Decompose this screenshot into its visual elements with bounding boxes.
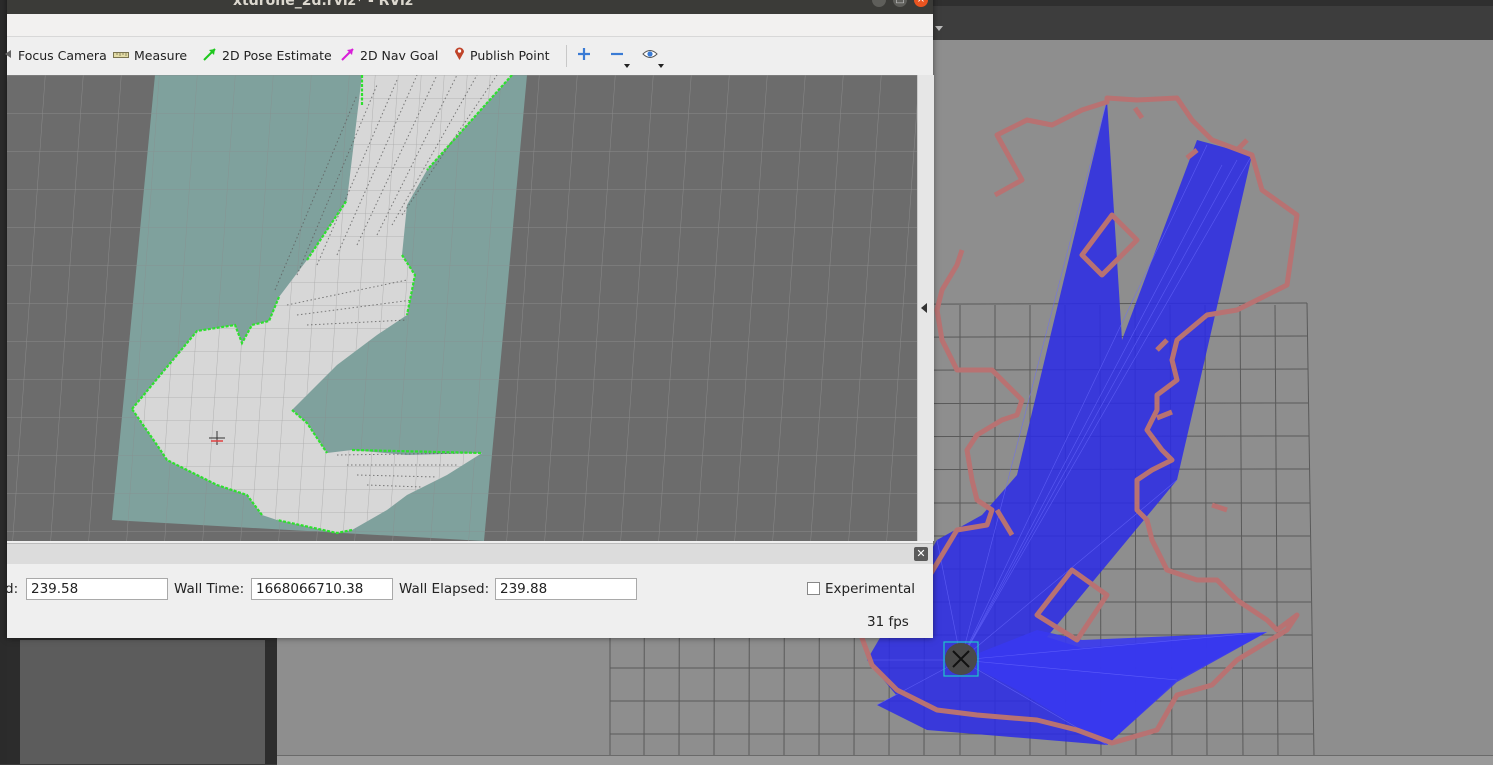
publish-point-label: Publish Point [470, 47, 550, 63]
chevron-left-icon[interactable] [921, 303, 927, 313]
2d-pose-estimate-label: 2D Pose Estimate [222, 47, 332, 63]
rviz-window: xtdrone_2d.rviz* - RViz – □ × Focus Came… [5, 0, 934, 638]
focus-camera-label: Focus Camera [18, 47, 107, 63]
experimental-label: Experimental [825, 581, 916, 597]
2d-nav-goal-button[interactable]: 2D Nav Goal [341, 46, 438, 64]
wall-elapsed-field[interactable] [495, 578, 637, 600]
toolbar-separator [566, 45, 567, 67]
gazebo-toolbar[interactable] [933, 6, 1493, 41]
window-title: xtdrone_2d.rviz* - RViz [233, 0, 413, 9]
menubar [7, 14, 933, 37]
tool-properties-button[interactable] [642, 46, 658, 64]
gazebo-left-panel-content [20, 640, 265, 764]
ros-elapsed-label: d: [5, 581, 19, 597]
close-icon[interactable]: × [914, 0, 928, 7]
fps-readout: 31 fps [867, 614, 909, 630]
2d-nav-goal-label: 2D Nav Goal [360, 47, 439, 63]
ruler-icon [113, 48, 129, 63]
rviz-toolbar: Focus Camera Measure 2D Pose Estimate 2D… [5, 37, 933, 73]
add-tool-button[interactable] [577, 46, 591, 64]
2d-pose-estimate-button[interactable]: 2D Pose Estimate [203, 46, 332, 64]
chevron-down-icon[interactable] [624, 64, 630, 68]
measure-label: Measure [134, 47, 188, 63]
rviz-viewport-render [7, 75, 917, 541]
plus-icon [577, 47, 591, 64]
window-titlebar[interactable]: xtdrone_2d.rviz* - RViz – □ × [7, 0, 933, 14]
desktop-edge [0, 0, 7, 764]
minus-icon [610, 47, 624, 64]
time-panel-header: ✕ [7, 543, 933, 565]
minimize-icon[interactable]: – [872, 0, 886, 7]
chevron-down-icon[interactable] [935, 26, 943, 31]
chevron-down-icon[interactable] [658, 64, 664, 68]
close-icon[interactable]: ✕ [914, 547, 928, 561]
ros-elapsed-field[interactable] [26, 578, 168, 600]
green-arrow-icon [203, 47, 217, 64]
time-panel: d: Wall Time: Wall Elapsed: Experimental… [5, 564, 933, 638]
remove-tool-button[interactable] [610, 46, 624, 64]
wall-elapsed-label: Wall Elapsed: [399, 581, 490, 597]
wall-time-field[interactable] [251, 578, 393, 600]
focus-camera-icon [3, 48, 13, 63]
wall-time-label: Wall Time: [174, 581, 245, 597]
rviz-3d-viewport[interactable] [7, 75, 917, 541]
magenta-arrow-icon [341, 47, 355, 64]
measure-button[interactable]: Measure [113, 46, 187, 64]
map-pin-icon [454, 46, 465, 64]
focus-camera-button[interactable]: Focus Camera [3, 46, 107, 64]
publish-point-button[interactable]: Publish Point [454, 46, 550, 64]
experimental-checkbox[interactable] [807, 582, 820, 595]
maximize-icon[interactable]: □ [893, 0, 907, 7]
panel-splitter[interactable] [265, 638, 277, 764]
eye-icon [642, 48, 658, 63]
